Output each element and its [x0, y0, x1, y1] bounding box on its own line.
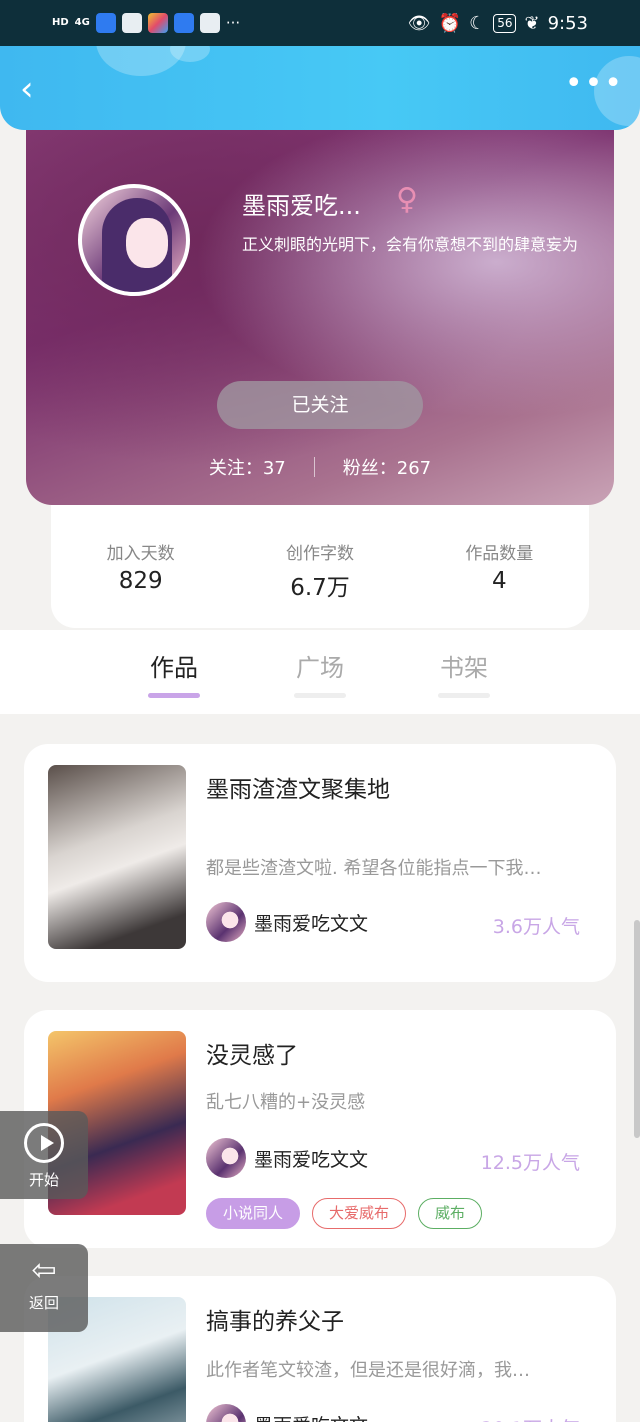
profile-bio: 正义刺眼的光明下，会有你意想不到的肆意妄为 — [242, 235, 579, 254]
work-title: 搞事的养父子 — [206, 1309, 344, 1335]
shield-app-icon — [95, 13, 116, 33]
play-icon — [24, 1123, 64, 1163]
work-popularity: 3.6万人气 — [492, 916, 580, 938]
work-title: 没灵感了 — [206, 1043, 298, 1069]
stat-word-count: 创作字数 6.7万 — [230, 505, 409, 628]
eye-icon: 👁 — [407, 12, 431, 34]
signal-indicator: 4G — [74, 17, 90, 28]
tab-indicator — [148, 693, 200, 698]
work-popularity: 12.5万人气 — [480, 1152, 580, 1174]
profile-name: 墨雨爱吃... — [242, 192, 361, 220]
wechat-icon — [121, 13, 142, 33]
work-desc: 此作者笔文较渣，但是还是很好滴，我… — [206, 1360, 530, 1381]
more-button[interactable]: ••• — [565, 69, 624, 99]
tab-bookshelf[interactable]: 书架 — [424, 648, 504, 698]
work-cover[interactable] — [48, 765, 186, 949]
stats-panel: 加入天数 829 创作字数 6.7万 作品数量 4 — [51, 505, 589, 628]
author-name: 墨雨爱吃文文 — [254, 1148, 369, 1171]
author-name: 墨雨爱吃文文 — [254, 1411, 368, 1422]
work-title: 墨雨渣渣文聚集地 — [206, 777, 390, 803]
battery-indicator: 56 — [493, 13, 517, 33]
followers-count[interactable]: 粉丝：267 — [343, 454, 431, 480]
wechat-icon-2 — [199, 13, 220, 33]
author-avatar — [206, 1404, 246, 1422]
return-label: 返回 — [28, 1294, 59, 1312]
top-header: ‹ ••• — [0, 46, 640, 130]
stat-work-count: 作品数量 4 — [410, 505, 589, 628]
tag-chip[interactable]: 威布 — [418, 1198, 483, 1229]
chevron-left-icon: ‹ — [20, 69, 34, 109]
stat-label: 创作字数 — [285, 544, 354, 564]
more-notifications: ··· — [225, 14, 241, 32]
stat-value: 4 — [492, 568, 507, 594]
divider — [313, 457, 315, 477]
status-right: 👁 ⏰ ☾ 56 ❦ 9:53 — [408, 13, 588, 34]
author-avatar — [206, 902, 246, 942]
work-popularity: 20.1万人气 — [481, 1414, 580, 1422]
work-card[interactable]: 搞事的养父子 此作者笔文较渣，但是还是很好滴，我… 墨雨爱吃文文 20.1万人气 — [24, 1276, 616, 1422]
author-name: 墨雨爱吃文文 — [254, 912, 369, 935]
tag-chip[interactable]: 大爱威布 — [312, 1198, 407, 1229]
exit-icon: ⇦ — [31, 1253, 57, 1288]
tab-indicator — [438, 693, 490, 698]
hd-indicator: HD — [52, 17, 69, 28]
app-store-icon — [147, 13, 168, 33]
tab-indicator — [294, 693, 346, 698]
moon-icon: ☾ — [469, 12, 486, 34]
tab-label: 广场 — [296, 654, 344, 682]
leaf-icon: ❦ — [524, 12, 540, 34]
return-floating-button[interactable]: ⇦ 返回 — [0, 1244, 88, 1332]
follow-button[interactable]: 已关注 — [217, 381, 423, 429]
status-bar: HD 4G ··· 👁 ⏰ ☾ 56 ❦ 9:53 — [0, 0, 640, 46]
back-button[interactable]: ‹ — [20, 72, 50, 106]
tab-label: 作品 — [150, 654, 198, 682]
clock: 9:53 — [547, 12, 588, 34]
work-author[interactable]: 墨雨爱吃文文 — [206, 1404, 368, 1422]
work-tags: 小说同人 大爱威布 威布 — [206, 1198, 483, 1229]
stat-value: 829 — [118, 568, 163, 594]
work-author[interactable]: 墨雨爱吃文文 — [206, 1138, 368, 1178]
profile-card: 墨雨爱吃... ♀ 正义刺眼的光明下，会有你意想不到的肆意妄为 已关注 关注：3… — [26, 100, 614, 505]
car-app-icon — [173, 13, 194, 33]
scrollbar[interactable] — [634, 920, 640, 1138]
avatar[interactable] — [78, 184, 190, 296]
avatar-face — [126, 218, 168, 268]
alarm-icon: ⏰ — [438, 12, 462, 34]
tab-square[interactable]: 广场 — [280, 648, 360, 698]
tab-label: 书架 — [440, 654, 488, 682]
stat-label: 作品数量 — [465, 544, 534, 564]
tab-bar: 作品 广场 书架 — [0, 630, 640, 714]
play-label: 开始 — [28, 1171, 59, 1189]
tag-chip[interactable]: 小说同人 — [206, 1198, 301, 1229]
play-floating-button[interactable]: 开始 — [0, 1111, 88, 1199]
stat-join-days: 加入天数 829 — [51, 505, 230, 628]
female-icon: ♀ — [396, 182, 418, 217]
follow-counts: 关注：37 粉丝：267 — [26, 454, 614, 480]
stat-value: 6.7万 — [290, 575, 350, 601]
following-count[interactable]: 关注：37 — [209, 454, 286, 480]
work-author[interactable]: 墨雨爱吃文文 — [206, 902, 368, 942]
status-left: HD 4G ··· — [52, 13, 240, 33]
author-avatar — [206, 1138, 246, 1178]
work-desc: 都是些渣渣文啦. 希望各位能指点一下我… — [206, 858, 542, 879]
tab-works[interactable]: 作品 — [134, 648, 214, 698]
stat-label: 加入天数 — [106, 544, 175, 564]
work-card[interactable]: 墨雨渣渣文聚集地 都是些渣渣文啦. 希望各位能指点一下我… 墨雨爱吃文文 3.6… — [24, 744, 616, 982]
work-desc: 乱七八糟的+没灵感 — [206, 1092, 366, 1113]
work-card[interactable]: 没灵感了 乱七八糟的+没灵感 墨雨爱吃文文 12.5万人气 小说同人 大爱威布 … — [24, 1010, 616, 1248]
